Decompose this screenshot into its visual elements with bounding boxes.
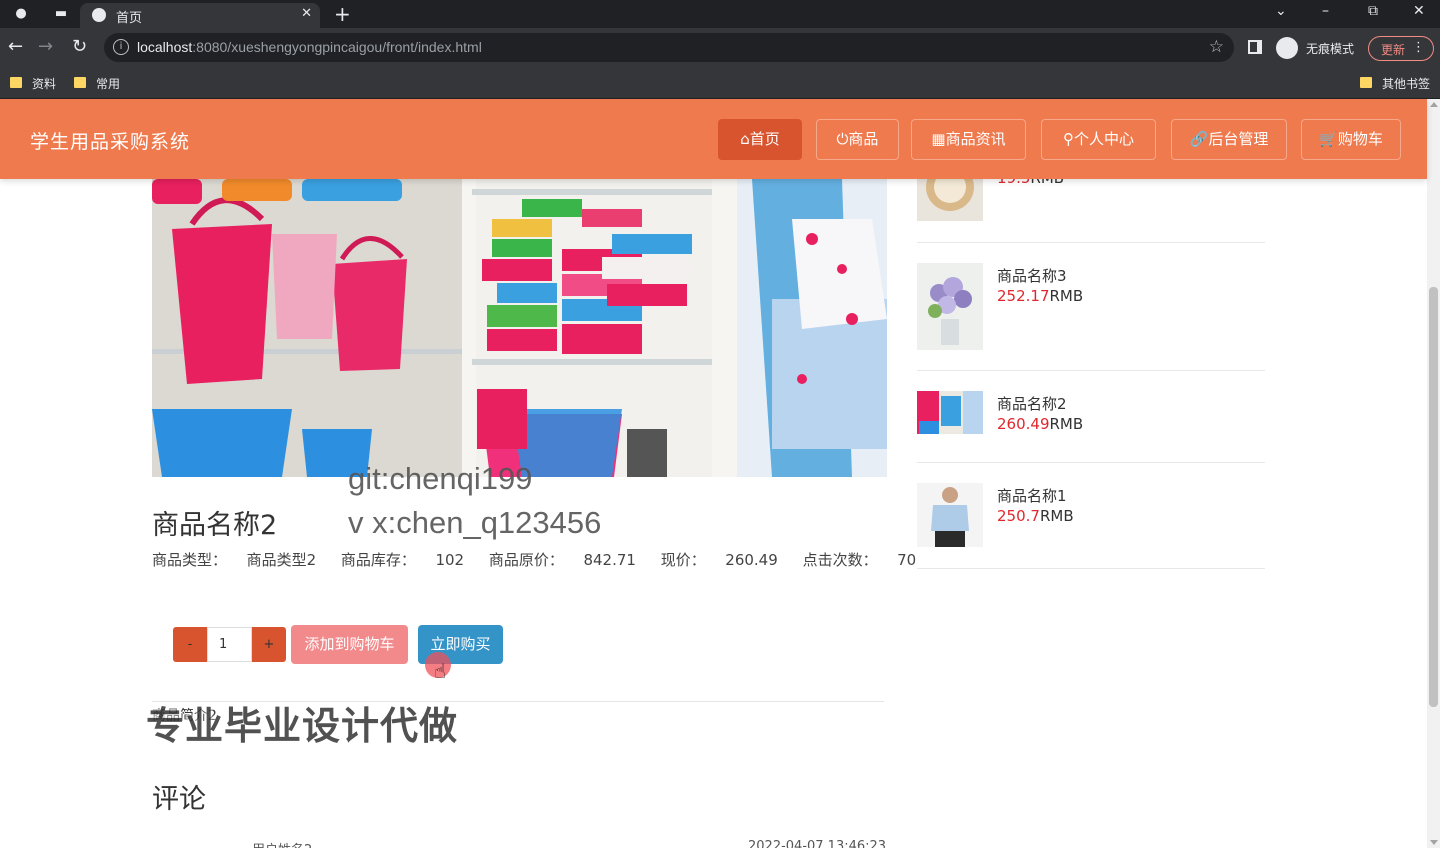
- quantity-decrement-button[interactable]: -: [173, 627, 207, 662]
- sidebar-product-price: 252.17RMB: [997, 287, 1084, 305]
- nav-home[interactable]: ⌂首页: [718, 119, 802, 160]
- site-header: 学生用品采购系统 ⌂首页 ⏻商品 ▦商品资讯 ⚲个人中心 🔗后台管理 🛒购物车: [0, 99, 1427, 179]
- sidebar-product-thumb[interactable]: [917, 263, 983, 350]
- sidebar-product-price: 250.7RMB: [997, 507, 1074, 525]
- product-current-price: 现价： 260.49: [660, 551, 778, 569]
- add-to-cart-button[interactable]: 添加到购物车: [291, 625, 408, 664]
- update-button[interactable]: 更新 ⋮: [1368, 36, 1434, 61]
- bookmarks-bar: 资料 常用 其他书签: [0, 68, 1440, 99]
- quantity-increment-button[interactable]: +: [252, 627, 286, 662]
- sidebar-product-thumb[interactable]: [917, 391, 983, 434]
- sidebar-product-item[interactable]: 商品名称1 250.7RMB: [917, 463, 1265, 569]
- product-stock: 商品库存： 102: [340, 551, 465, 569]
- sidebar-product-name[interactable]: 商品名称3: [997, 265, 1067, 286]
- watermark-wechat: v x:chen_q123456: [348, 505, 602, 540]
- product-photo-illustration: [152, 179, 887, 477]
- nav-profile[interactable]: ⚲个人中心: [1041, 119, 1156, 160]
- tab-search-icon[interactable]: ▬: [50, 4, 72, 24]
- sidebar-product-name[interactable]: 商品名称2: [997, 393, 1067, 414]
- thumb-illustration: [917, 391, 983, 434]
- sidebar-product-price: 260.49RMB: [997, 415, 1084, 433]
- url-text[interactable]: localhost:8080/xueshengyongpincaigou/fro…: [137, 39, 482, 55]
- product-clicks: 点击次数： 70: [802, 551, 917, 569]
- sidebar-product-thumb[interactable]: [917, 483, 983, 547]
- sidebar-product-name[interactable]: 商品名称1: [997, 485, 1067, 506]
- comment-user-name: 用户姓名2: [252, 839, 312, 848]
- watermark-service: 专业毕业设计代做: [146, 704, 459, 748]
- nav-admin[interactable]: 🔗后台管理: [1171, 119, 1287, 160]
- power-icon: ⏻: [836, 130, 849, 148]
- page-viewport: 学生用品采购系统 ⌂首页 ⏻商品 ▦商品资讯 ⚲个人中心 🔗后台管理 🛒购物车: [0, 99, 1440, 848]
- close-window-icon[interactable]: ✕: [1413, 3, 1425, 19]
- site-title: 学生用品采购系统: [30, 131, 191, 153]
- tab-title: 首页: [116, 11, 143, 26]
- user-icon: ⚲: [1062, 130, 1074, 148]
- nav-news[interactable]: ▦商品资讯: [911, 119, 1026, 160]
- forward-icon[interactable]: →: [38, 37, 53, 57]
- cart-icon: 🛒: [1319, 130, 1338, 148]
- watermark-git: git:chenqi199: [348, 461, 533, 496]
- back-icon[interactable]: ←: [8, 37, 23, 57]
- minimize-icon[interactable]: –: [1322, 3, 1329, 19]
- globe-icon: [92, 8, 106, 22]
- globe-icon[interactable]: ●: [10, 4, 32, 24]
- more-menu-icon[interactable]: ⋮: [1412, 40, 1425, 55]
- thumb-illustration: [917, 483, 983, 547]
- side-panel-icon[interactable]: [1248, 40, 1262, 54]
- product-meta: 商品类型： 商品类型2 商品库存： 102 商品原价： 842.71 现价： 2…: [152, 549, 936, 570]
- folder-icon: [1360, 77, 1372, 88]
- scrollbar-thumb[interactable]: [1429, 287, 1438, 707]
- browser-tab-strip: ● ▬ 首页 ✕ + ⌄ – ⧉ ✕: [0, 0, 1440, 28]
- product-type: 商品类型： 商品类型2: [152, 551, 317, 569]
- sidebar-product-item[interactable]: 商品名称2 260.49RMB: [917, 371, 1265, 463]
- chevron-down-icon[interactable]: ⌄: [1275, 3, 1287, 19]
- quantity-input[interactable]: 1: [207, 627, 252, 662]
- scroll-up-arrow-icon[interactable]: [1430, 102, 1438, 107]
- address-bar[interactable]: i localhost:8080/xueshengyongpincaigou/f…: [104, 33, 1234, 62]
- browser-tab[interactable]: 首页 ✕: [80, 3, 320, 28]
- restore-icon[interactable]: ⧉: [1368, 3, 1378, 19]
- browser-toolbar: ← → ↻ i localhost:8080/xueshengyongpinca…: [0, 28, 1440, 68]
- home-icon: ⌂: [740, 130, 750, 148]
- incognito-icon: [1276, 37, 1298, 59]
- folder-icon: [10, 77, 22, 88]
- bookmark-star-icon[interactable]: ☆: [1209, 37, 1224, 57]
- calendar-icon: ▦: [931, 130, 946, 148]
- page-scrollbar[interactable]: [1427, 99, 1440, 848]
- comment-timestamp: 2022-04-07 13:46:23: [748, 839, 887, 848]
- sidebar-product-item[interactable]: 商品名称3 252.17RMB: [917, 243, 1265, 371]
- product-original-price: 商品原价： 842.71: [488, 551, 636, 569]
- comments-heading: 评论: [152, 784, 206, 815]
- update-label: 更新: [1381, 43, 1406, 57]
- incognito-label: 无痕模式: [1306, 42, 1355, 56]
- thumb-illustration: [917, 263, 983, 350]
- link-icon: 🔗: [1189, 130, 1209, 148]
- new-tab-icon[interactable]: +: [334, 2, 351, 26]
- scroll-down-arrow-icon[interactable]: [1430, 840, 1438, 845]
- product-name: 商品名称2: [152, 510, 278, 541]
- close-icon[interactable]: ✕: [301, 6, 312, 21]
- reload-icon[interactable]: ↻: [72, 37, 87, 57]
- nav-products[interactable]: ⏻商品: [816, 119, 899, 160]
- product-image: [152, 179, 887, 477]
- hand-cursor-icon: ☝: [434, 659, 447, 683]
- folder-icon: [74, 77, 86, 88]
- nav-cart[interactable]: 🛒购物车: [1301, 119, 1401, 160]
- info-icon[interactable]: i: [113, 39, 129, 55]
